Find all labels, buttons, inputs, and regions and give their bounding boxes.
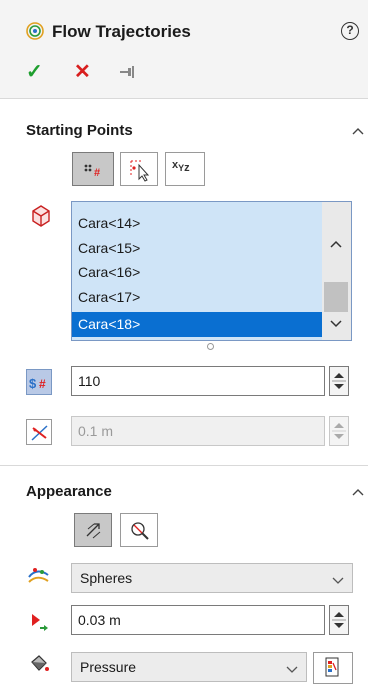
color-settings-button[interactable]: [313, 652, 353, 684]
xyz-label: xYz: [172, 159, 190, 175]
pick-points-button[interactable]: [120, 152, 158, 186]
sphere-size-spinner[interactable]: [329, 605, 349, 635]
appearance-title: Appearance: [26, 483, 112, 500]
property-manager-header: [0, 0, 368, 98]
header-divider: [0, 98, 368, 99]
size-icon: [26, 608, 52, 634]
section-divider: [0, 465, 368, 466]
list-item[interactable]: Cara<16>: [72, 260, 322, 285]
trajectory-settings-button[interactable]: [120, 513, 158, 547]
flow-trajectories-icon: [26, 22, 44, 40]
list-item[interactable]: Cara<15>: [72, 236, 322, 261]
list-item[interactable]: Cara<17>: [72, 285, 322, 310]
cancel-button[interactable]: ✕: [74, 62, 91, 82]
sphere-size-input[interactable]: 0.03 m: [71, 605, 325, 635]
coordinate-points-button[interactable]: xYz: [165, 152, 205, 186]
list-item-selected[interactable]: Cara<18>: [72, 312, 324, 337]
resize-handle[interactable]: [207, 343, 214, 350]
scrollbar-thumb[interactable]: [324, 282, 348, 312]
pin-icon[interactable]: [118, 64, 136, 80]
svg-text:$: $: [29, 376, 37, 391]
draw-style-select[interactable]: Spheres: [71, 563, 353, 593]
list-item[interactable]: Cara<14>: [72, 211, 322, 236]
ok-button[interactable]: ✓: [26, 62, 43, 82]
draw-style-icon: [26, 562, 52, 588]
help-icon[interactable]: ?: [341, 22, 359, 40]
number-of-points-icon: $ #: [26, 369, 52, 395]
number-of-points-spinner[interactable]: [329, 366, 349, 396]
spacing-icon: [26, 419, 52, 445]
scroll-up-icon[interactable]: [330, 236, 342, 248]
starting-points-title: Starting Points: [26, 122, 133, 139]
color-by-select[interactable]: Pressure: [71, 652, 307, 682]
trajectory-direction-button[interactable]: [74, 513, 112, 547]
svg-text:#: #: [39, 377, 46, 391]
color-bucket-icon: [26, 652, 52, 678]
face-selection-icon: [28, 202, 54, 228]
panel-title: Flow Trajectories: [52, 22, 191, 41]
collapse-appearance-icon[interactable]: [352, 485, 364, 497]
collapse-starting-points-icon[interactable]: [352, 124, 364, 136]
spacing-spinner[interactable]: [329, 416, 349, 446]
scroll-down-icon[interactable]: [330, 316, 342, 328]
surface-points-button[interactable]: #: [72, 152, 114, 186]
svg-text:#: #: [94, 167, 100, 179]
chevron-down-icon[interactable]: [332, 573, 344, 584]
number-of-points-input[interactable]: 110: [71, 366, 325, 396]
chevron-down-icon[interactable]: [286, 662, 298, 673]
spacing-input[interactable]: 0.1 m: [71, 416, 325, 446]
faces-listbox[interactable]: Cara<14> Cara<15> Cara<16> Cara<17> Cara…: [71, 201, 352, 341]
